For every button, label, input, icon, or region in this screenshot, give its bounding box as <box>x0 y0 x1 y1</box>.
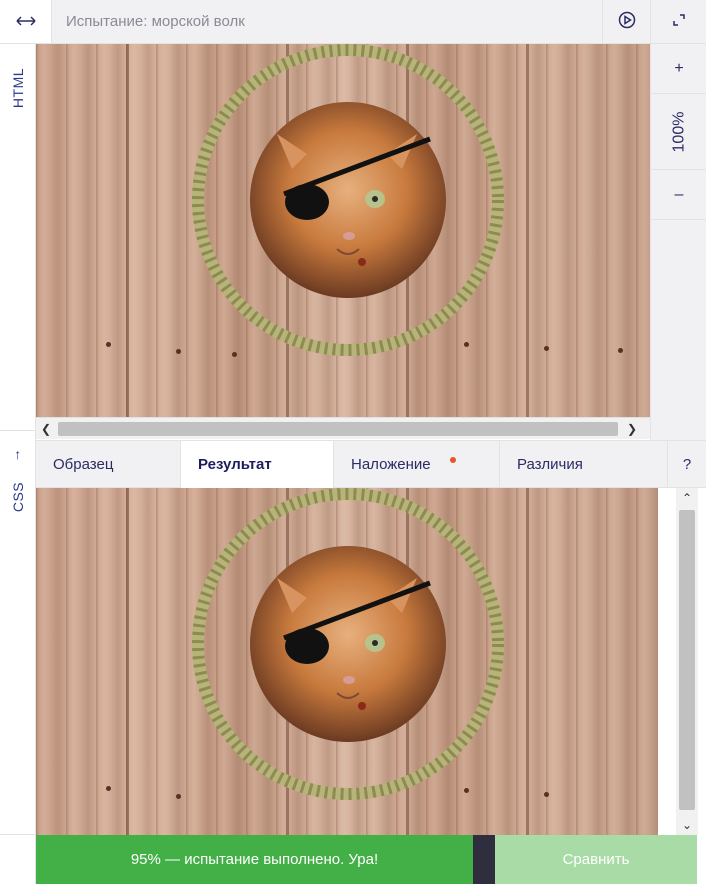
plank-seam <box>526 44 529 417</box>
footer-divider <box>473 835 495 884</box>
horizontal-arrows-icon <box>15 11 36 32</box>
play-circle-icon <box>618 11 636 34</box>
expand-panels-button[interactable] <box>0 0 52 44</box>
top-bar: Испытание: морской волк <box>52 0 706 44</box>
plank-seam <box>126 44 129 417</box>
plank-seam <box>526 488 529 835</box>
horizontal-scroll-thumb[interactable] <box>58 422 618 436</box>
nail <box>106 342 111 347</box>
tab-sample[interactable]: Образец <box>36 441 181 488</box>
nail <box>544 792 549 797</box>
rail-divider <box>0 834 36 835</box>
zoom-level: 100% <box>651 94 706 170</box>
nail <box>618 348 623 353</box>
challenge-title: Испытание: морской волк <box>66 13 245 30</box>
fullscreen-icon <box>672 13 686 32</box>
overlay-indicator-dot <box>450 457 456 463</box>
footer: 95% — испытание выполнено. Ура! Сравнить <box>36 835 706 884</box>
vertical-scrollbar[interactable]: ⌃ ⌄ <box>676 488 698 835</box>
tab-diff[interactable]: Различия <box>500 441 668 488</box>
nail <box>176 349 181 354</box>
play-button[interactable] <box>602 0 650 44</box>
plank-seam <box>126 488 129 835</box>
scroll-down-icon[interactable]: ⌄ <box>676 815 698 835</box>
tab-overlay[interactable]: Наложение <box>334 441 500 488</box>
nail <box>106 786 111 791</box>
zoom-in-button[interactable]: + <box>651 44 706 94</box>
fullscreen-button[interactable] <box>650 0 706 44</box>
nail <box>544 346 549 351</box>
nail <box>176 794 181 799</box>
result-preview <box>36 488 658 835</box>
css-expand-arrow-icon[interactable]: ↑ <box>0 440 36 468</box>
scroll-up-icon[interactable]: ⌃ <box>676 488 698 508</box>
view-tabs: Образец Результат Наложение Различия ? <box>36 440 706 488</box>
vertical-scroll-thumb[interactable] <box>679 510 695 810</box>
zoom-out-button[interactable]: – <box>651 170 706 220</box>
compare-button[interactable]: Сравнить <box>495 835 697 884</box>
result-status: 95% — испытание выполнено. Ура! <box>36 835 473 884</box>
rail-divider <box>0 430 36 431</box>
tab-overlay-label: Наложение <box>351 456 431 473</box>
css-editor-tab[interactable]: CSS <box>0 474 36 520</box>
tab-result[interactable]: Результат <box>181 441 334 488</box>
zoom-controls: + 100% – <box>650 44 706 440</box>
html-editor-tab[interactable]: HTML <box>0 58 36 118</box>
pirate-cat-medallion <box>192 488 504 800</box>
horizontal-scrollbar[interactable]: ❮ ❯ <box>36 417 650 439</box>
scroll-right-icon[interactable]: ❯ <box>622 418 642 440</box>
help-button[interactable]: ? <box>668 441 706 488</box>
scroll-left-icon[interactable]: ❮ <box>36 418 56 440</box>
sample-preview <box>36 44 650 417</box>
pirate-cat-medallion <box>192 44 504 356</box>
